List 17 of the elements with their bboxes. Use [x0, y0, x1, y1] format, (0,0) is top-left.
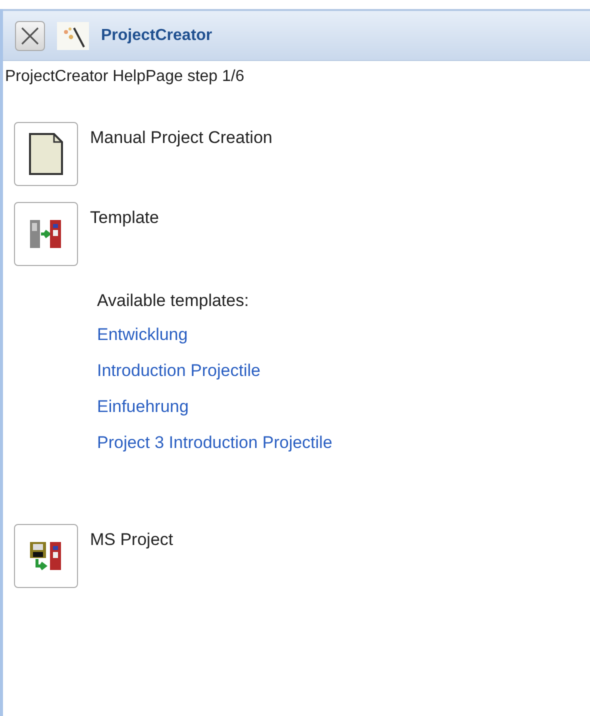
option-button[interactable] [14, 122, 78, 186]
close-icon [19, 24, 41, 46]
template-link[interactable]: Introduction Projectile [97, 358, 260, 394]
close-button[interactable] [15, 20, 45, 50]
option-button[interactable] [14, 202, 78, 266]
templates-heading: Available templates: [97, 290, 250, 312]
template-link[interactable]: Project 3 Introduction Projectile [97, 430, 332, 466]
option-label: MS Project [90, 529, 174, 551]
template-link[interactable]: Entwicklung [97, 322, 188, 358]
option-button[interactable] [14, 524, 78, 588]
option-label: Template [90, 207, 159, 229]
document-icon [26, 131, 66, 177]
window-title: ProjectCreator [101, 26, 212, 46]
help-text: ProjectCreator HelpPage step 1/6 [4, 67, 246, 87]
wand-icon [57, 22, 89, 50]
template-link[interactable]: Einfuehrung [97, 394, 189, 430]
option-label: Manual Project Creation [90, 127, 272, 149]
